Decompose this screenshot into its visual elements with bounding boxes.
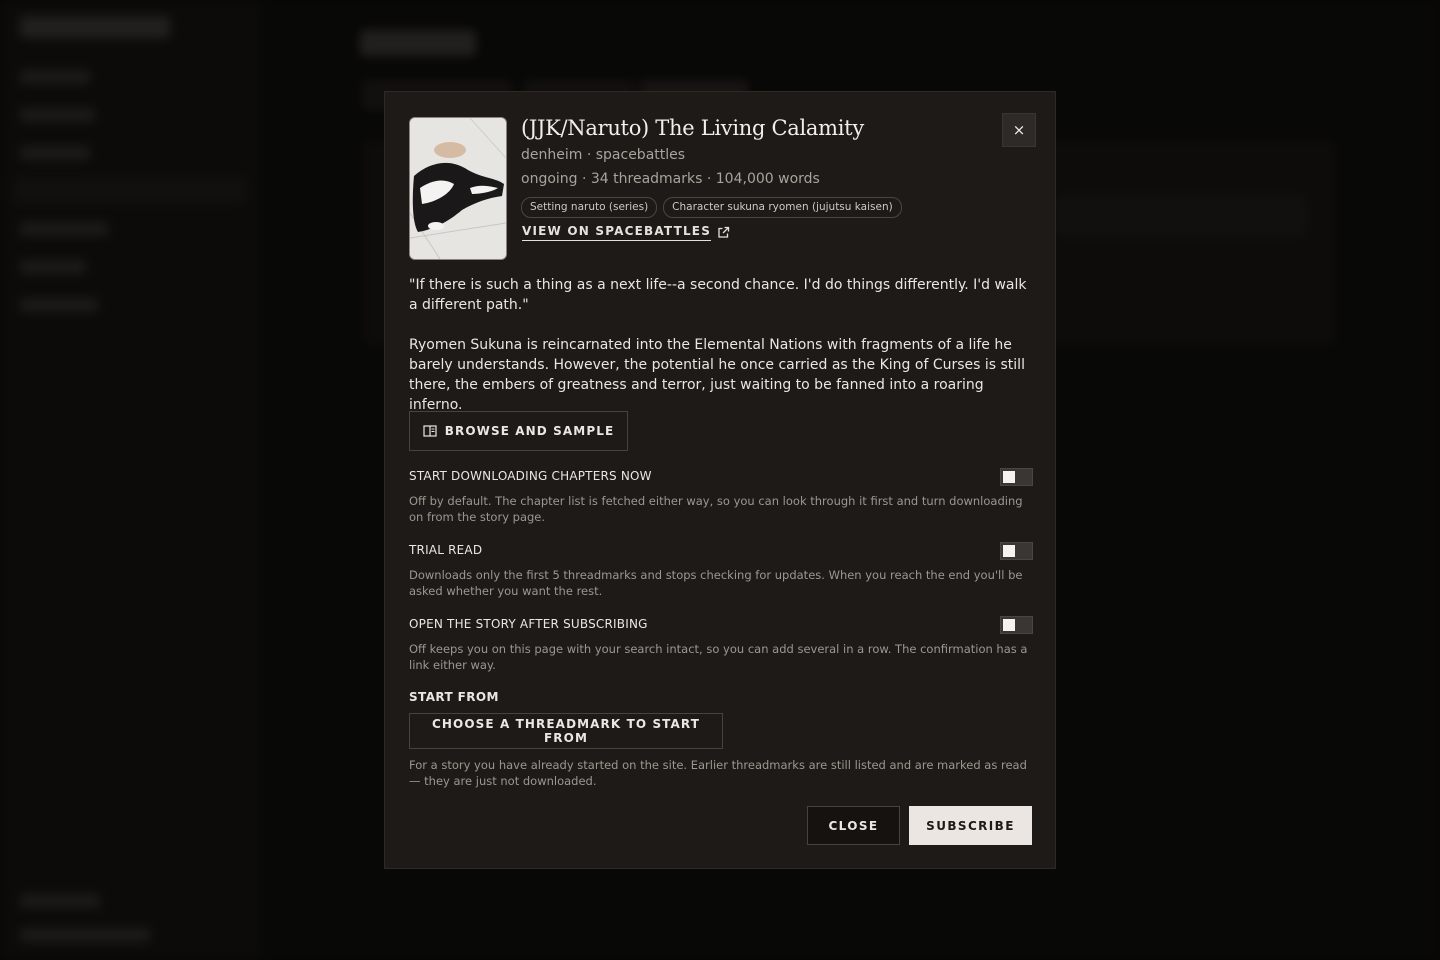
choose-threadmark-button[interactable]: CHOOSE A THREADMARK TO START FROM [409, 713, 723, 749]
tag-setting[interactable]: Setting naruto (series) [521, 197, 658, 218]
browse-and-sample-label: BROWSE AND SAMPLE [444, 424, 615, 438]
toggle-knob [1003, 619, 1015, 631]
option-open-story-help: Off keeps you on this page with your sea… [409, 642, 1028, 672]
subscribe-dialog: (JJK/Naruto) The Living Calamity denheim… [384, 91, 1056, 869]
story-tags: Setting naruto (series) Character sukuna… [521, 197, 902, 218]
option-start-downloading-help: Off by default. The chapter list is fetc… [409, 494, 1023, 524]
view-on-source-link[interactable]: VIEW ON SPACEBATTLES [522, 224, 730, 241]
tag-character[interactable]: Character sukuna ryomen (jujutsu kaisen) [663, 197, 902, 218]
toggle-knob [1003, 545, 1015, 557]
dialog-close-button[interactable]: × [1002, 113, 1036, 147]
browse-and-sample-button[interactable]: BROWSE AND SAMPLE [409, 411, 628, 451]
story-title: (JJK/Naruto) The Living Calamity [521, 116, 864, 140]
option-trial-read-label: TRIAL READ [409, 543, 483, 557]
close-button[interactable]: CLOSE [807, 806, 900, 845]
option-start-downloading-label: START DOWNLOADING CHAPTERS NOW [409, 469, 652, 483]
open-story-toggle[interactable] [1000, 616, 1033, 634]
story-stats: ongoing · 34 threadmarks · 104,000 words [521, 171, 820, 187]
option-trial-read-help: Downloads only the first 5 threadmarks a… [409, 568, 1023, 598]
start-from-title: START FROM [409, 690, 499, 704]
book-open-icon [423, 425, 437, 437]
view-on-source-label: VIEW ON SPACEBATTLES [522, 224, 712, 241]
description-quote: "If there is such a thing as a next life… [409, 277, 1027, 313]
option-open-story-label: OPEN THE STORY AFTER SUBSCRIBING [409, 617, 648, 631]
toggle-knob [1003, 471, 1015, 483]
start-from-help: For a story you have already started on … [409, 758, 1027, 788]
story-author-source: denheim · spacebattles [521, 147, 686, 163]
trial-read-toggle[interactable] [1000, 542, 1033, 560]
start-downloading-toggle[interactable] [1000, 468, 1033, 486]
story-cover-image [409, 117, 507, 260]
external-link-icon [718, 226, 730, 238]
cover-art [410, 118, 506, 259]
close-icon: × [1012, 121, 1026, 139]
subscribe-button[interactable]: SUBSCRIBE [909, 806, 1032, 845]
description-summary: Ryomen Sukuna is reincarnated into the E… [409, 337, 1025, 413]
